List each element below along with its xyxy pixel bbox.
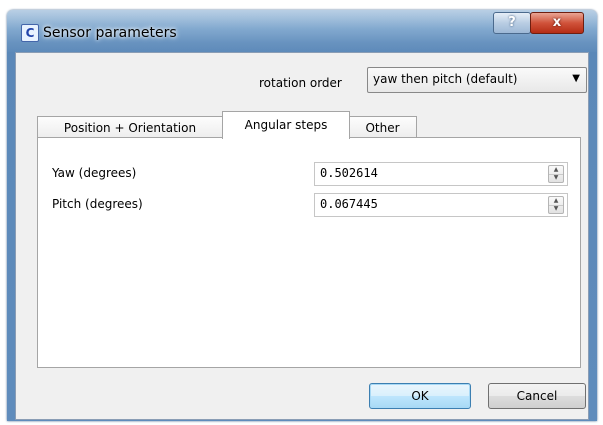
- yaw-label: Yaw (degrees): [52, 166, 137, 180]
- window-title: Sensor parameters: [43, 25, 177, 41]
- app-icon: C: [21, 24, 39, 42]
- dialog-body: rotation order yaw then pitch (default) …: [15, 52, 589, 420]
- yaw-value: 0.502614: [320, 166, 378, 180]
- spin-down-icon[interactable]: ▼: [549, 205, 563, 213]
- cancel-button[interactable]: Cancel: [488, 383, 586, 409]
- tab-position-orientation[interactable]: Position + Orientation: [37, 116, 223, 139]
- tab-other[interactable]: Other: [348, 116, 417, 139]
- close-button[interactable]: x: [530, 12, 584, 34]
- sensor-parameters-dialog: C Sensor parameters ? x rotation order y…: [7, 10, 597, 421]
- yaw-spinner[interactable]: ▲ ▼: [548, 165, 564, 183]
- title-bar[interactable]: C Sensor parameters ? x: [7, 10, 597, 52]
- rotation-order-label: rotation order: [259, 76, 342, 90]
- angular-steps-panel: Yaw (degrees) 0.502614 ▲ ▼ Pitch (degree…: [37, 137, 581, 368]
- pitch-spinner[interactable]: ▲ ▼: [548, 196, 564, 214]
- pitch-value: 0.067445: [320, 197, 378, 211]
- yaw-input[interactable]: 0.502614 ▲ ▼: [314, 162, 568, 186]
- pitch-input[interactable]: 0.067445 ▲ ▼: [314, 193, 568, 217]
- pitch-label: Pitch (degrees): [52, 197, 143, 211]
- tab-angular-steps[interactable]: Angular steps: [222, 111, 350, 139]
- spin-down-icon[interactable]: ▼: [549, 174, 563, 182]
- rotation-order-value: yaw then pitch (default): [373, 72, 518, 86]
- chevron-down-icon: ▼: [572, 73, 580, 84]
- rotation-order-dropdown[interactable]: yaw then pitch (default) ▼: [367, 67, 587, 93]
- ok-button[interactable]: OK: [369, 383, 471, 409]
- help-button[interactable]: ?: [493, 12, 531, 34]
